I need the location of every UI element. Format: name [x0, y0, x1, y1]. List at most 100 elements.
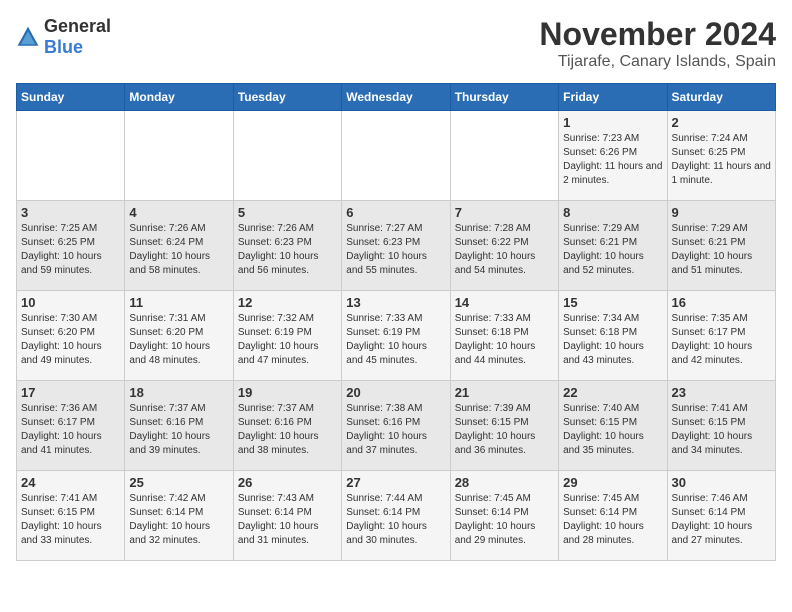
calendar-cell [233, 111, 341, 201]
calendar-cell: 28Sunrise: 7:45 AM Sunset: 6:14 PM Dayli… [450, 471, 558, 561]
calendar-cell: 7Sunrise: 7:28 AM Sunset: 6:22 PM Daylig… [450, 201, 558, 291]
day-number: 8 [563, 205, 662, 220]
logo-text-general: General [44, 16, 111, 36]
calendar-cell: 6 Sunrise: 7:27 AM Sunset: 6:23 PM Daylig… [342, 201, 450, 291]
day-number: 1 [563, 115, 662, 130]
day-info: Sunrise: 7:24 AM Sunset: 6:25 PM Dayligh… [672, 132, 771, 188]
day-number: 15 [563, 295, 662, 310]
calendar-cell: 5 Sunrise: 7:26 AM Sunset: 6:23 PM Daylig… [233, 201, 341, 291]
calendar-week-5: 24 Sunrise: 7:41 AM Sunset: 6:15 PM Dayli… [17, 471, 776, 561]
calendar-cell: 20 Sunrise: 7:38 AM Sunset: 6:16 PM Dayli… [342, 381, 450, 471]
calendar-cell: 25 Sunrise: 7:42 AM Sunset: 6:14 PM Dayli… [125, 471, 233, 561]
day-number: 17 [21, 385, 120, 400]
logo-icon [16, 25, 40, 49]
day-number: 16 [672, 295, 771, 310]
weekday-header-friday: Friday [559, 84, 667, 111]
logo-text-blue: Blue [44, 37, 83, 57]
weekday-header-thursday: Thursday [450, 84, 558, 111]
calendar-cell: 3 Sunrise: 7:25 AM Sunset: 6:25 PM Daylig… [17, 201, 125, 291]
weekday-header-row: SundayMondayTuesdayWednesdayThursdayFrid… [17, 84, 776, 111]
day-number: 6 [346, 205, 445, 220]
calendar-cell: 29Sunrise: 7:45 AM Sunset: 6:14 PM Dayli… [559, 471, 667, 561]
day-number: 9 [672, 205, 771, 220]
day-info: Sunrise: 7:27 AM Sunset: 6:23 PM Dayligh… [346, 222, 445, 278]
day-number: 19 [238, 385, 337, 400]
calendar-week-4: 17 Sunrise: 7:36 AM Sunset: 6:17 PM Dayli… [17, 381, 776, 471]
day-info: Sunrise: 7:23 AM Sunset: 6:26 PM Dayligh… [563, 132, 662, 188]
day-info: Sunrise: 7:46 AM Sunset: 6:14 PM Dayligh… [672, 492, 771, 548]
day-info: Sunrise: 7:29 AM Sunset: 6:21 PM Dayligh… [563, 222, 662, 278]
day-info: Sunrise: 7:32 AM Sunset: 6:19 PM Dayligh… [238, 312, 337, 368]
day-info: Sunrise: 7:25 AM Sunset: 6:25 PM Dayligh… [21, 222, 120, 278]
calendar-cell: 24 Sunrise: 7:41 AM Sunset: 6:15 PM Dayli… [17, 471, 125, 561]
calendar-cell: 11 Sunrise: 7:31 AM Sunset: 6:20 PM Dayli… [125, 291, 233, 381]
calendar-cell: 30Sunrise: 7:46 AM Sunset: 6:14 PM Dayli… [667, 471, 775, 561]
day-info: Sunrise: 7:37 AM Sunset: 6:16 PM Dayligh… [238, 402, 337, 458]
calendar-cell [17, 111, 125, 201]
weekday-header-sunday: Sunday [17, 84, 125, 111]
day-number: 24 [21, 475, 120, 490]
calendar-week-1: 1 Sunrise: 7:23 AM Sunset: 6:26 PM Daylig… [17, 111, 776, 201]
day-number: 27 [346, 475, 445, 490]
location-title: Tijarafe, Canary Islands, Spain [539, 53, 776, 71]
day-number: 25 [129, 475, 228, 490]
day-number: 11 [129, 295, 228, 310]
day-info: Sunrise: 7:44 AM Sunset: 6:14 PM Dayligh… [346, 492, 445, 548]
weekday-header-saturday: Saturday [667, 84, 775, 111]
day-info: Sunrise: 7:30 AM Sunset: 6:20 PM Dayligh… [21, 312, 120, 368]
day-info: Sunrise: 7:31 AM Sunset: 6:20 PM Dayligh… [129, 312, 228, 368]
day-info: Sunrise: 7:37 AM Sunset: 6:16 PM Dayligh… [129, 402, 228, 458]
calendar-cell [125, 111, 233, 201]
calendar-cell: 13Sunrise: 7:33 AM Sunset: 6:19 PM Dayli… [342, 291, 450, 381]
calendar-cell: 17 Sunrise: 7:36 AM Sunset: 6:17 PM Dayli… [17, 381, 125, 471]
day-info: Sunrise: 7:26 AM Sunset: 6:23 PM Dayligh… [238, 222, 337, 278]
calendar-cell: 23 Sunrise: 7:41 AM Sunset: 6:15 PM Dayli… [667, 381, 775, 471]
day-info: Sunrise: 7:41 AM Sunset: 6:15 PM Dayligh… [21, 492, 120, 548]
day-number: 5 [238, 205, 337, 220]
day-number: 7 [455, 205, 554, 220]
weekday-header-wednesday: Wednesday [342, 84, 450, 111]
day-info: Sunrise: 7:36 AM Sunset: 6:17 PM Dayligh… [21, 402, 120, 458]
calendar-week-2: 3 Sunrise: 7:25 AM Sunset: 6:25 PM Daylig… [17, 201, 776, 291]
day-number: 20 [346, 385, 445, 400]
calendar-cell: 9Sunrise: 7:29 AM Sunset: 6:21 PM Daylig… [667, 201, 775, 291]
day-info: Sunrise: 7:39 AM Sunset: 6:15 PM Dayligh… [455, 402, 554, 458]
weekday-header-tuesday: Tuesday [233, 84, 341, 111]
day-info: Sunrise: 7:42 AM Sunset: 6:14 PM Dayligh… [129, 492, 228, 548]
calendar-cell: 15 Sunrise: 7:34 AM Sunset: 6:18 PM Dayli… [559, 291, 667, 381]
calendar-cell: 2 Sunrise: 7:24 AM Sunset: 6:25 PM Daylig… [667, 111, 775, 201]
day-number: 28 [455, 475, 554, 490]
calendar-cell: 19 Sunrise: 7:37 AM Sunset: 6:16 PM Dayli… [233, 381, 341, 471]
calendar-cell: 14Sunrise: 7:33 AM Sunset: 6:18 PM Dayli… [450, 291, 558, 381]
day-info: Sunrise: 7:41 AM Sunset: 6:15 PM Dayligh… [672, 402, 771, 458]
calendar-table: SundayMondayTuesdayWednesdayThursdayFrid… [16, 83, 776, 561]
day-number: 4 [129, 205, 228, 220]
calendar-cell: 12Sunrise: 7:32 AM Sunset: 6:19 PM Dayli… [233, 291, 341, 381]
day-info: Sunrise: 7:26 AM Sunset: 6:24 PM Dayligh… [129, 222, 228, 278]
day-number: 29 [563, 475, 662, 490]
logo: General Blue [16, 16, 111, 58]
calendar-cell: 16Sunrise: 7:35 AM Sunset: 6:17 PM Dayli… [667, 291, 775, 381]
day-info: Sunrise: 7:43 AM Sunset: 6:14 PM Dayligh… [238, 492, 337, 548]
calendar-cell: 26 Sunrise: 7:43 AM Sunset: 6:14 PM Dayli… [233, 471, 341, 561]
title-block: November 2024 Tijarafe, Canary Islands, … [539, 16, 776, 71]
day-info: Sunrise: 7:34 AM Sunset: 6:18 PM Dayligh… [563, 312, 662, 368]
day-number: 10 [21, 295, 120, 310]
day-number: 26 [238, 475, 337, 490]
day-number: 2 [672, 115, 771, 130]
calendar-cell: 22 Sunrise: 7:40 AM Sunset: 6:15 PM Dayli… [559, 381, 667, 471]
day-number: 23 [672, 385, 771, 400]
day-number: 13 [346, 295, 445, 310]
day-number: 3 [21, 205, 120, 220]
day-info: Sunrise: 7:40 AM Sunset: 6:15 PM Dayligh… [563, 402, 662, 458]
day-number: 21 [455, 385, 554, 400]
weekday-header-monday: Monday [125, 84, 233, 111]
day-info: Sunrise: 7:38 AM Sunset: 6:16 PM Dayligh… [346, 402, 445, 458]
calendar-cell [342, 111, 450, 201]
day-number: 14 [455, 295, 554, 310]
calendar-cell: 1 Sunrise: 7:23 AM Sunset: 6:26 PM Daylig… [559, 111, 667, 201]
day-number: 18 [129, 385, 228, 400]
calendar-cell: 27 Sunrise: 7:44 AM Sunset: 6:14 PM Dayli… [342, 471, 450, 561]
page-header: General Blue November 2024 Tijarafe, Can… [16, 16, 776, 71]
day-number: 22 [563, 385, 662, 400]
